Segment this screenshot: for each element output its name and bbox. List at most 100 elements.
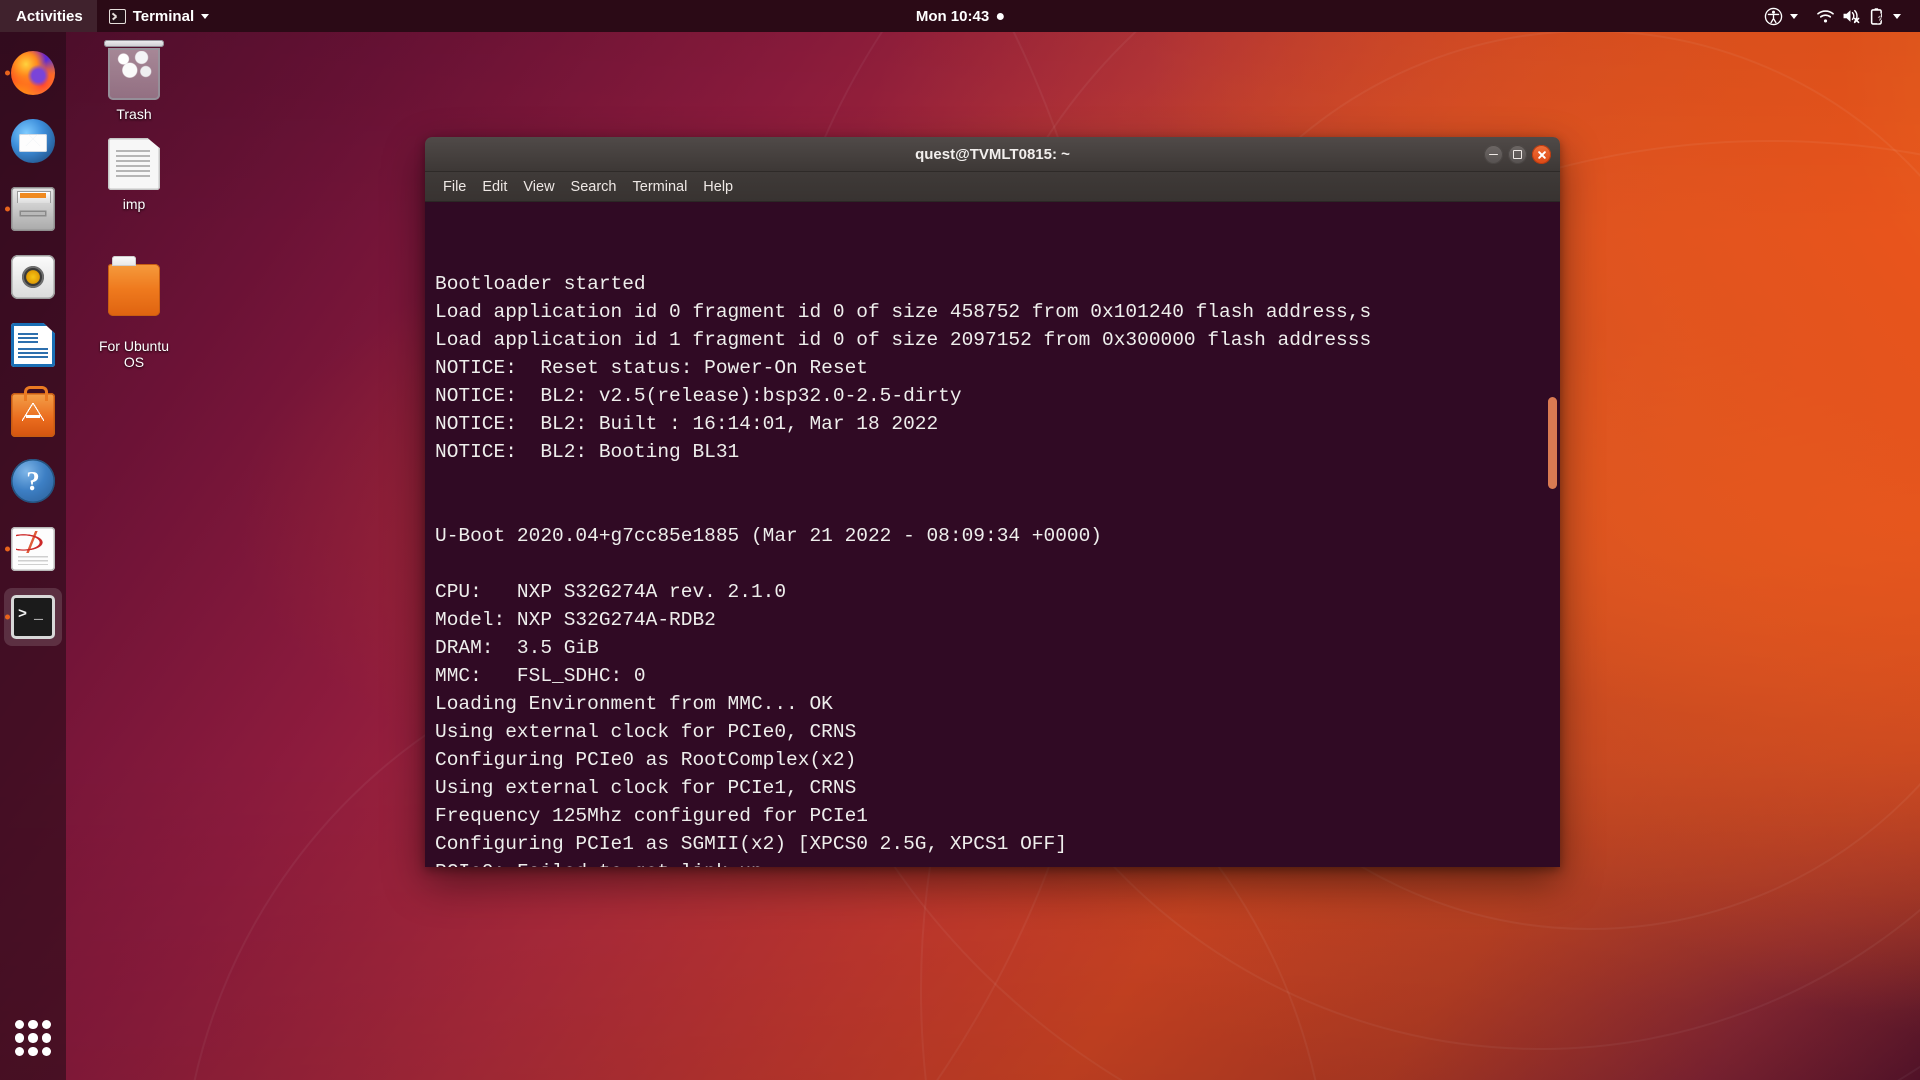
terminal-line: NOTICE: BL2: Built : 16:14:01, Mar 18 20…	[435, 413, 939, 435]
chevron-down-icon	[1790, 13, 1798, 19]
dock-item-files[interactable]	[4, 180, 62, 238]
accessibility-menu-button[interactable]	[1755, 0, 1807, 32]
terminal-line: Configuring PCIe1 as SGMII(x2) [XPCS0 2.…	[435, 833, 1067, 855]
desktop-icon-label: For Ubuntu OS	[98, 338, 170, 371]
wifi-icon	[1817, 9, 1834, 23]
maximize-icon	[1513, 150, 1522, 159]
activities-button[interactable]: Activities	[0, 0, 97, 32]
desktop-icon-for-ubuntu-os[interactable]: For Ubuntu OS	[84, 248, 184, 386]
terminal-line: Loading Environment from MMC... OK	[435, 693, 833, 715]
document-icon	[108, 138, 160, 190]
maximize-button[interactable]	[1508, 145, 1527, 164]
menu-view[interactable]: View	[515, 176, 562, 198]
dock-item-firefox[interactable]	[4, 44, 62, 102]
terminal-line: U-Boot 2020.04+g7cc85e1885 (Mar 21 2022 …	[435, 525, 1103, 547]
terminal-body[interactable]: Bootloader started Load application id 0 …	[425, 202, 1560, 867]
grid-dot-icon	[28, 1046, 38, 1056]
minimize-button[interactable]	[1484, 145, 1503, 164]
chevron-down-icon	[201, 13, 210, 19]
dock: ?	[0, 32, 66, 1080]
terminal-line: Load application id 1 fragment id 0 of s…	[435, 329, 1372, 351]
thunderbird-icon	[11, 119, 55, 163]
terminal-title: quest@TVMLT0815: ~	[915, 145, 1070, 163]
dock-item-document-viewer[interactable]	[4, 520, 62, 578]
grid-dot-icon	[41, 1033, 51, 1043]
terminal-menubar: File Edit View Search Terminal Help	[425, 172, 1560, 202]
volume-muted-icon	[1843, 9, 1860, 24]
show-applications-button[interactable]	[13, 1018, 53, 1058]
firefox-icon	[11, 51, 55, 95]
close-icon	[1537, 150, 1547, 160]
minimize-icon	[1489, 153, 1498, 156]
trash-icon	[104, 40, 164, 100]
terminal-line: CPU: NXP S32G274A rev. 2.1.0	[435, 581, 787, 603]
desktop-icon-imp[interactable]: imp	[84, 138, 184, 212]
terminal-line: Using external clock for PCIe0, CRNS	[435, 721, 857, 743]
menu-edit[interactable]: Edit	[474, 176, 515, 198]
dock-item-ubuntu-software[interactable]	[4, 384, 62, 442]
terminal-line: MMC: FSL_SDHC: 0	[435, 665, 646, 687]
notification-dot-icon	[997, 12, 1005, 20]
libreoffice-writer-icon	[11, 323, 55, 367]
running-indicator	[5, 614, 10, 620]
dock-item-libreoffice-writer[interactable]	[4, 316, 62, 374]
terminal-line: NOTICE: BL2: Booting BL31	[435, 441, 740, 463]
activities-label: Activities	[16, 7, 83, 25]
top-bar-left: Activities Terminal	[0, 0, 221, 32]
terminal-mini-icon	[108, 8, 126, 24]
dock-item-help[interactable]: ?	[4, 452, 62, 510]
menu-file[interactable]: File	[435, 176, 474, 198]
window-controls	[1484, 137, 1551, 172]
chevron-down-icon	[1893, 13, 1901, 19]
running-indicator	[5, 546, 10, 552]
grid-dot-icon	[15, 1020, 25, 1030]
grid-dot-icon	[15, 1033, 25, 1043]
dock-item-rhythmbox[interactable]	[4, 248, 62, 306]
terminal-icon	[11, 595, 55, 639]
grid-dot-icon	[28, 1033, 38, 1043]
terminal-titlebar[interactable]: quest@TVMLT0815: ~	[425, 137, 1560, 172]
terminal-output: Bootloader started Load application id 0 …	[435, 214, 1544, 867]
menu-help[interactable]: Help	[695, 176, 741, 198]
grid-dot-icon	[28, 1020, 38, 1030]
close-button[interactable]	[1532, 145, 1551, 164]
terminal-line: Bootloader started	[435, 273, 646, 295]
terminal-line: Load application id 0 fragment id 0 of s…	[435, 301, 1372, 323]
app-menu-label: Terminal	[132, 7, 195, 25]
terminal-line: Configuring PCIe0 as RootComplex(x2)	[435, 749, 857, 771]
dock-item-terminal[interactable]	[4, 588, 62, 646]
help-icon: ?	[11, 459, 55, 503]
terminal-line: DRAM: 3.5 GiB	[435, 637, 599, 659]
document-viewer-icon	[11, 527, 55, 571]
terminal-line: NOTICE: BL2: v2.5(release):bsp32.0-2.5-d…	[435, 385, 962, 407]
terminal-scrollbar-thumb[interactable]	[1548, 397, 1557, 489]
accessibility-icon	[1764, 7, 1783, 25]
folder-icon	[108, 256, 160, 317]
dock-item-thunderbird[interactable]	[4, 112, 62, 170]
system-tray	[1755, 0, 1920, 32]
running-indicator	[5, 70, 10, 76]
grid-dot-icon	[41, 1020, 51, 1030]
desktop-icon-label: imp	[122, 196, 146, 212]
desktop-icon-trash[interactable]: Trash	[84, 40, 184, 122]
system-status-menu-button[interactable]	[1807, 0, 1910, 32]
app-menu-button[interactable]: Terminal	[97, 0, 221, 32]
grid-dot-icon	[41, 1046, 51, 1056]
clock-button[interactable]: Mon 10:43	[904, 0, 1016, 32]
running-indicator	[5, 206, 10, 212]
desktop[interactable]: Activities Terminal Mon 10:43 ? > _ Tras…	[0, 0, 1920, 1080]
terminal-scrollbar[interactable]	[1547, 202, 1558, 867]
clock-label: Mon 10:43	[915, 7, 990, 25]
rhythmbox-icon	[11, 255, 55, 299]
menu-terminal[interactable]: Terminal	[625, 176, 696, 198]
menu-search[interactable]: Search	[563, 176, 625, 198]
grid-dot-icon	[15, 1046, 25, 1056]
terminal-window[interactable]: quest@TVMLT0815: ~ File Edit View Search…	[425, 137, 1560, 867]
terminal-line: Frequency 125Mhz configured for PCIe1	[435, 805, 868, 827]
terminal-line: Model: NXP S32G274A-RDB2	[435, 609, 716, 631]
